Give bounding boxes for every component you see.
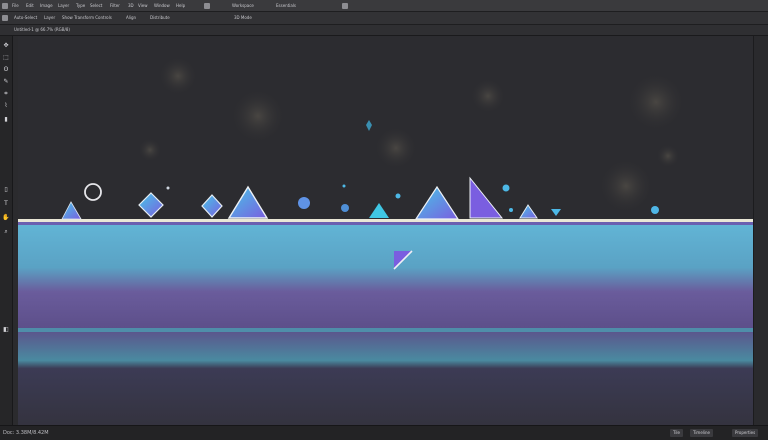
triangle-shape: [469, 176, 504, 219]
3d-mode-buttons[interactable]: 3D Mode: [234, 12, 252, 24]
diamond-shape: [138, 192, 164, 218]
menu-bar: File Edit Image Layer Type Select Filter…: [0, 0, 768, 12]
tool-options-bar: Auto-Select Layer Show Transform Control…: [0, 12, 768, 25]
crystal-shape: [366, 120, 372, 131]
bokeh-light: [626, 72, 686, 132]
bokeh-light: [656, 144, 680, 168]
frame-icon[interactable]: [204, 0, 211, 11]
brush-tool-icon[interactable]: ▮: [2, 116, 10, 123]
document-canvas[interactable]: [18, 36, 754, 425]
properties-button[interactable]: Properties: [732, 429, 759, 437]
lasso-tool-icon[interactable]: ʘ: [2, 66, 10, 73]
menu-edit[interactable]: Edit: [26, 0, 34, 11]
menu-3d[interactable]: 3D: [128, 0, 134, 11]
vertical-scrollbar[interactable]: [753, 36, 768, 425]
status-bar: Doc: 3.38M/8.42M Tile Timeline Propertie…: [0, 425, 768, 440]
horizon-shadow: [18, 222, 754, 225]
sphere-shape: [298, 197, 310, 209]
sphere-shape: [509, 208, 513, 212]
menu-help[interactable]: Help: [176, 0, 185, 11]
workspace-select[interactable]: Essentials: [276, 0, 296, 11]
doc-info: Doc: 3.38M/8.42M: [3, 430, 49, 436]
timeline-button[interactable]: Timeline: [690, 429, 714, 437]
band-edge: [18, 328, 754, 332]
sphere-shape: [502, 184, 510, 192]
eyedropper-tool-icon[interactable]: ⌇: [2, 102, 10, 109]
sphere-shape: [342, 184, 346, 188]
ring-shape: [84, 183, 102, 201]
app-logo-icon[interactable]: [2, 0, 9, 11]
menu-workspace[interactable]: Workspace: [232, 0, 254, 11]
menu-image[interactable]: Image: [40, 0, 53, 11]
sphere-shape: [166, 186, 170, 190]
tile-button[interactable]: Tile: [670, 429, 684, 437]
bokeh-light: [598, 158, 654, 214]
menu-layer[interactable]: Layer: [58, 0, 69, 11]
color-band: [18, 223, 754, 425]
menu-select[interactable]: Select: [90, 0, 102, 11]
bokeh-light: [470, 78, 506, 114]
tools-panel: ✥ ⬚ ʘ ✎ ⌗ ⌇ ▮ ▯ T ✋ ⌕ ◧: [0, 36, 13, 425]
diamond-shape: [201, 194, 223, 218]
sphere-shape: [395, 193, 401, 199]
bokeh-light: [374, 126, 418, 170]
eraser-tool-icon[interactable]: ▯: [2, 186, 10, 193]
triangle-shape: [519, 204, 538, 219]
canvas-artwork: [18, 56, 754, 425]
sphere-shape: [341, 204, 349, 212]
crop-tool-icon[interactable]: ⌗: [2, 90, 10, 97]
quick-select-tool-icon[interactable]: ✎: [2, 78, 10, 85]
menu-view[interactable]: View: [138, 0, 148, 11]
document-tab[interactable]: Untitled-1 @ 66.7% (RGB/8): [14, 25, 70, 35]
move-tool-icon[interactable]: [2, 12, 9, 24]
hand-tool-icon[interactable]: ✋: [2, 214, 10, 221]
zoom-tool-icon[interactable]: ⌕: [2, 228, 10, 235]
menu-window[interactable]: Window: [154, 0, 170, 11]
menu-file[interactable]: File: [12, 0, 19, 11]
triangle-shape: [551, 209, 561, 216]
triangle-shape: [61, 201, 82, 220]
menu-filter[interactable]: Filter: [110, 0, 120, 11]
menu-type[interactable]: Type: [76, 0, 85, 11]
text-tool-icon[interactable]: T: [2, 200, 10, 207]
quick-mask-icon[interactable]: ◧: [2, 326, 10, 333]
bokeh-light: [158, 56, 198, 96]
search-icon[interactable]: [342, 0, 349, 11]
bokeh-light: [138, 138, 162, 162]
document-tab-bar: Untitled-1 @ 66.7% (RGB/8): [0, 25, 768, 36]
bokeh-light: [230, 88, 286, 144]
distribute-buttons[interactable]: Distribute: [150, 12, 170, 24]
triangle-shape: [227, 185, 269, 219]
layer-dropdown[interactable]: Layer: [44, 12, 55, 24]
auto-select-checkbox[interactable]: Auto-Select: [14, 12, 37, 24]
move-tool-icon[interactable]: ✥: [2, 42, 10, 49]
triangle-shape: [414, 185, 460, 220]
sphere-shape: [651, 206, 659, 214]
horizon-line: [18, 219, 754, 222]
marquee-tool-icon[interactable]: ⬚: [2, 54, 10, 61]
triangle-shape: [369, 203, 389, 218]
transform-controls-checkbox[interactable]: Show Transform Controls: [62, 12, 112, 24]
align-buttons[interactable]: Align: [126, 12, 136, 24]
